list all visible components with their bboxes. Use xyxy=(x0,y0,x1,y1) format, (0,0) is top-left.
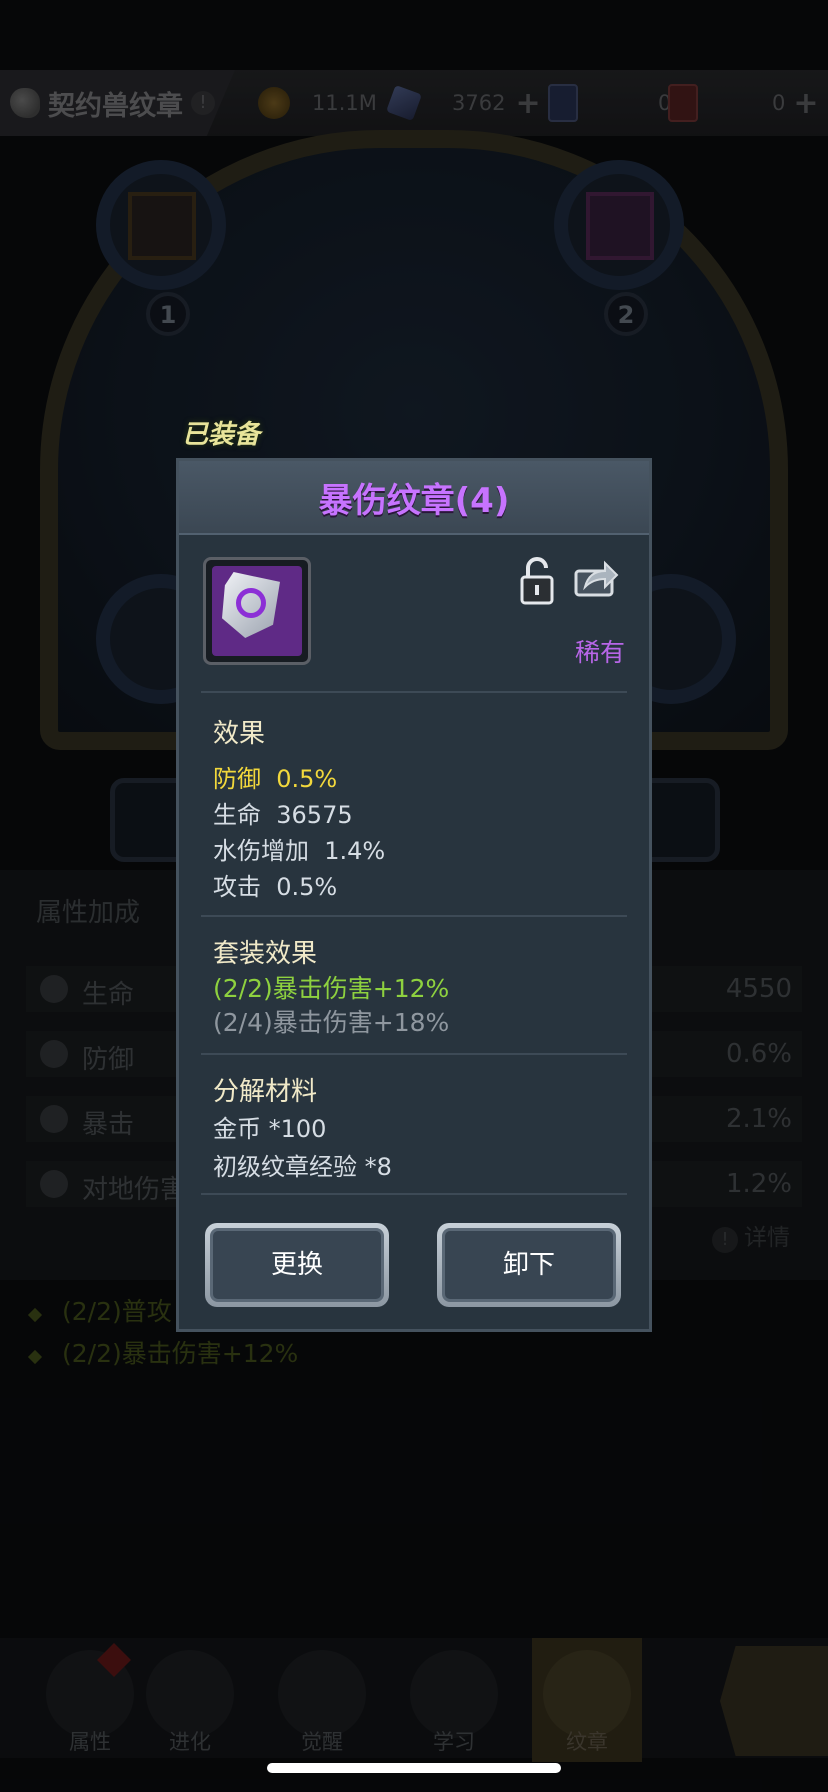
effect-row: 水伤增加 1.4% xyxy=(213,831,385,866)
lock-icon[interactable] xyxy=(519,555,555,605)
set-effect-title: 套装效果 xyxy=(213,939,318,969)
emblem-item-icon xyxy=(203,557,311,665)
effect-label: 攻击 xyxy=(213,873,261,901)
decompose-item: 金币 *100 xyxy=(213,1115,327,1143)
replace-button[interactable]: 更换 xyxy=(205,1223,389,1307)
dialog-title: 暴伤纹章(4) xyxy=(318,481,510,521)
divider xyxy=(201,1053,627,1055)
effect-row: 攻击 0.5% xyxy=(213,867,337,902)
effect-label: 水伤增加 xyxy=(213,837,309,865)
effect-label: 防御 xyxy=(213,765,261,793)
effect-value: 0.5% xyxy=(276,873,338,901)
rarity-label: 稀有 xyxy=(574,638,625,667)
equipped-tag: 已装备 xyxy=(172,408,332,458)
emblem-detail-dialog: 暴伤纹章(4) 稀有 效果 防御 0.5% 生命 36575 水伤增加 1.4%… xyxy=(176,458,652,1332)
effect-value: 36575 xyxy=(276,801,353,829)
effect-title: 效果 xyxy=(213,719,266,749)
effect-row: 防御 0.5% xyxy=(213,759,337,794)
effect-row: 生命 36575 xyxy=(213,795,353,830)
divider xyxy=(201,691,627,693)
replace-button-label: 更换 xyxy=(210,1228,384,1302)
decompose-item: 初级纹章经验 *8 xyxy=(213,1153,392,1181)
effect-value: 0.5% xyxy=(276,765,338,793)
share-icon[interactable] xyxy=(573,557,619,599)
home-indicator[interactable] xyxy=(267,1763,561,1773)
set-effect-active: (2/2)暴击伤害+12% xyxy=(213,974,450,1003)
set-effect-inactive: (2/4)暴击伤害+18% xyxy=(213,1008,450,1037)
effect-label: 生命 xyxy=(213,801,261,829)
decompose-title: 分解材料 xyxy=(213,1077,318,1107)
unequip-button[interactable]: 卸下 xyxy=(437,1223,621,1307)
divider xyxy=(201,1193,627,1195)
unequip-button-label: 卸下 xyxy=(442,1228,616,1302)
divider xyxy=(201,915,627,917)
effect-value: 1.4% xyxy=(324,837,386,865)
dialog-header: 暴伤纹章(4) xyxy=(179,461,649,535)
equipped-label: 已装备 xyxy=(182,420,261,450)
